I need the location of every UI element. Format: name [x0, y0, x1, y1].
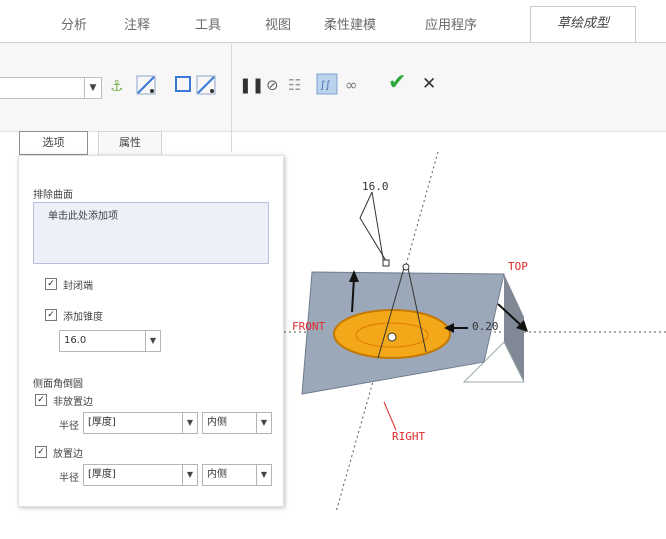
- side-value: 内侧: [207, 417, 227, 428]
- tab-annotate[interactable]: 注释: [124, 14, 150, 33]
- dimension-leader: [371, 191, 385, 265]
- verify-preview-icon[interactable]: ∫∫: [316, 72, 338, 100]
- chevron-down-icon[interactable]: ▼: [256, 413, 271, 433]
- preview-glasses-icon[interactable]: ☷: [288, 76, 301, 94]
- drag-handle[interactable]: [402, 263, 410, 271]
- add-draft-label: 添加锥度: [63, 312, 103, 323]
- chevron-down-icon[interactable]: ▼: [256, 465, 271, 485]
- tab-analysis[interactable]: 分析: [61, 14, 87, 33]
- glasses-icon[interactable]: ∞: [345, 76, 358, 94]
- svg-text:∫∫: ∫∫: [320, 80, 330, 91]
- plane-top-label: TOP: [508, 260, 528, 273]
- radius-select[interactable]: [厚度] ▼: [83, 464, 198, 486]
- dim-depth-label[interactable]: 0.20: [472, 320, 499, 333]
- placement-edge-checkbox[interactable]: ✓: [35, 446, 47, 458]
- plane-right-leader: [383, 401, 397, 431]
- anchor-icon[interactable]: ⚓: [110, 77, 123, 95]
- dim-angle-label[interactable]: 16.0: [362, 180, 389, 193]
- plane-right-label: RIGHT: [392, 430, 425, 443]
- tab-view[interactable]: 视图: [265, 14, 291, 33]
- chevron-down-icon[interactable]: ▼: [182, 465, 197, 485]
- draft-angle-value: 16.0: [64, 335, 87, 346]
- side-value: 内侧: [207, 469, 227, 480]
- axis-toggle-icon[interactable]: [134, 73, 158, 101]
- tab-sketched-form[interactable]: 草绘成型: [530, 6, 636, 42]
- side-select[interactable]: 内侧 ▼: [202, 464, 272, 486]
- non-placement-edge-checkbox[interactable]: ✓: [35, 394, 47, 406]
- menu-tab-bar: 分析 注释 工具 视图 柔性建模 应用程序 草绘成型: [0, 0, 666, 42]
- frame-icon[interactable]: [174, 74, 192, 98]
- chevron-down-icon[interactable]: ▼: [182, 413, 197, 433]
- graphics-viewport[interactable]: 16.0 0.20 TOP FRONT RIGHT: [284, 152, 666, 539]
- stop-icon[interactable]: ⊘: [266, 76, 279, 94]
- cancel-icon[interactable]: ✕: [422, 74, 436, 94]
- exclude-surfaces-collector[interactable]: 单击此处添加项: [33, 202, 269, 264]
- pause-icon[interactable]: ❚❚: [239, 76, 264, 94]
- seal-end-checkbox[interactable]: ✓: [45, 278, 57, 290]
- ribbon-divider: [231, 42, 232, 152]
- reference-combo[interactable]: ▼: [0, 77, 102, 99]
- ribbon: ▼ ⚓ ❚❚ ⊘ ☷ ∫∫ ∞ ✔ ✕: [0, 42, 666, 132]
- radius-select[interactable]: [厚度] ▼: [83, 412, 198, 434]
- center-handle[interactable]: [387, 332, 397, 342]
- add-draft-checkbox[interactable]: ✓: [45, 309, 57, 321]
- tab-applications[interactable]: 应用程序: [425, 14, 477, 33]
- confirm-icon[interactable]: ✔: [388, 70, 406, 95]
- options-panel: 排除曲面 单击此处添加项 ✓ 封闭端 ✓ 添加锥度 16.0 ▼ 侧面角倒圆 ✓…: [18, 155, 284, 507]
- chevron-down-icon[interactable]: ▼: [145, 331, 160, 351]
- tab-properties[interactable]: 属性: [98, 131, 162, 155]
- axis-toggle-icon[interactable]: [194, 73, 218, 101]
- radius-label: 半径: [59, 421, 79, 432]
- radius-value: [厚度]: [88, 469, 116, 480]
- seal-end-label: 封闭端: [63, 281, 93, 292]
- radius-value: [厚度]: [88, 417, 116, 428]
- side-select[interactable]: 内侧 ▼: [202, 412, 272, 434]
- tab-options[interactable]: 选项: [19, 131, 88, 155]
- plane-front-label: FRONT: [292, 320, 325, 333]
- drag-handle[interactable]: [382, 259, 390, 267]
- radius-label: 半径: [59, 473, 79, 484]
- tab-flexible-modeling[interactable]: 柔性建模: [324, 14, 376, 33]
- placement-edge-label: 放置边: [53, 449, 83, 460]
- round-edges-label: 侧面角倒圆: [33, 379, 83, 390]
- exclude-surfaces-label: 排除曲面: [33, 190, 73, 201]
- non-placement-edge-label: 非放置边: [53, 397, 93, 408]
- collector-placeholder: 单击此处添加项: [48, 211, 118, 222]
- tab-tools[interactable]: 工具: [195, 14, 221, 33]
- chevron-down-icon[interactable]: ▼: [84, 78, 101, 98]
- draft-angle-input[interactable]: 16.0 ▼: [59, 330, 161, 352]
